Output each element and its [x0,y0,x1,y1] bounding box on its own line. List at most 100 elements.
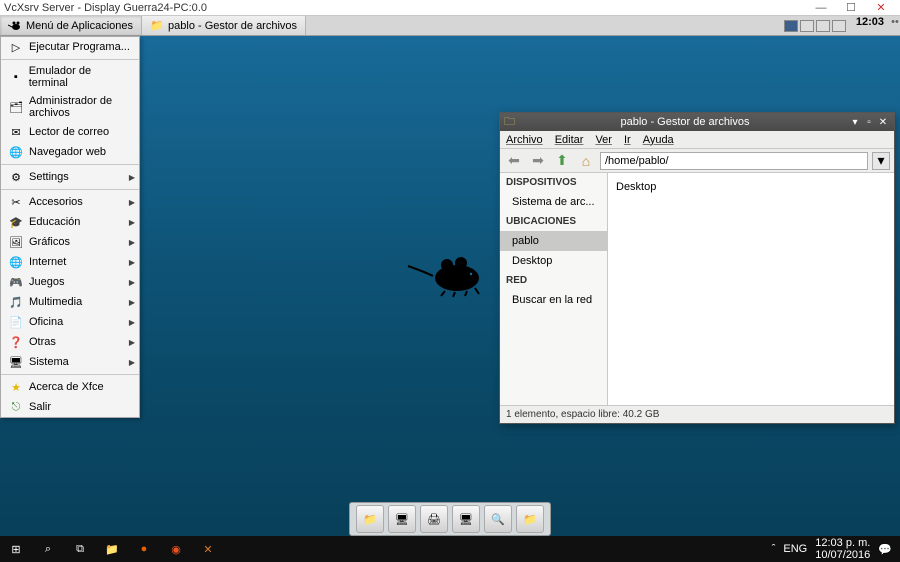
mail-icon: ✉ [9,125,23,139]
menu-about[interactable]: ★Acerca de Xfce [1,377,139,397]
taskbar-date: 10/07/2016 [815,549,870,561]
dock-print[interactable]: 🖨 [420,505,448,533]
workspace-2[interactable] [800,20,814,32]
location-bar[interactable]: /home/pablo/ [600,152,868,170]
menu-about-label: Acerca de Xfce [29,381,104,393]
menu-oficina[interactable]: 📄Oficina▶ [1,312,139,332]
sidebar-network-header: RED [500,271,607,290]
fm-menu-ir[interactable]: Ir [624,134,631,146]
menu-graficos-label: Gráficos [29,236,70,248]
menu-internet[interactable]: 🌐Internet▶ [1,252,139,272]
xfce-top-panel: Menú de Aplicaciones 📁 pablo - Gestor de… [0,16,900,36]
nav-up-button[interactable]: ⬆ [552,151,572,171]
menu-graficos[interactable]: 🖼Gráficos▶ [1,232,139,252]
web-icon: 🌐 [9,145,23,159]
file-item-desktop[interactable]: Desktop [616,181,656,193]
sidebar-device-filesystem[interactable]: Sistema de arc... [500,192,607,212]
menu-file-manager[interactable]: 🗂Administrador de archivos [1,92,139,122]
x-icon: ✕ [203,543,212,556]
fm-maximize-button[interactable]: ▫ [862,117,876,128]
host-close-button[interactable]: ✕ [866,1,896,14]
nav-forward-button[interactable]: ➡ [528,151,548,171]
workspace-4[interactable] [832,20,846,32]
fm-menu-ayuda[interactable]: Ayuda [643,134,674,146]
taskbar-clock[interactable]: 12:03 p. m. 10/07/2016 [815,537,870,561]
games-icon: 🎮 [9,275,23,289]
fm-menu-ver[interactable]: Ver [595,134,612,146]
sidebar-network-browse[interactable]: Buscar en la red [500,290,607,310]
dock-folder-2[interactable]: 📁 [516,505,544,533]
path-dropdown-button[interactable]: ▾ [872,152,890,170]
task-view-button[interactable]: ⧉ [64,536,96,562]
workspace-3[interactable] [816,20,830,32]
panel-spacer [306,16,780,35]
taskbar-ubuntu[interactable]: ◉ [160,536,192,562]
folder-icon: 📁 [523,513,537,526]
dock-monitor-2[interactable]: 🖥 [452,505,480,533]
panel-grip[interactable]: •• [890,16,900,35]
sidebar-places-header: UBICACIONES [500,212,607,231]
fm-file-pane[interactable]: Desktop [608,173,894,405]
tray-language[interactable]: ENG [783,543,807,555]
system-icon: 🖥 [9,355,23,369]
dock-folder[interactable]: 📁 [356,505,384,533]
menu-multimedia[interactable]: 🎵Multimedia▶ [1,292,139,312]
applications-menu-button[interactable]: Menú de Aplicaciones [0,16,142,35]
menu-educacion-label: Educación [29,216,80,228]
host-minimize-button[interactable]: — [806,2,836,14]
taskbar-search[interactable]: ⌕ [32,536,64,562]
menu-web[interactable]: 🌐Navegador web [1,142,139,162]
dock-search[interactable]: 🔍 [484,505,512,533]
menu-logout[interactable]: ⎋Salir [1,397,139,417]
graphics-icon: 🖼 [9,235,23,249]
menu-separator [1,189,139,190]
taskbar-time: 12:03 p. m. [815,537,870,549]
menu-run[interactable]: ▷Ejecutar Programa... [1,37,139,57]
menu-educacion[interactable]: 🎓Educación▶ [1,212,139,232]
taskbar-file-explorer[interactable]: 📁 [96,536,128,562]
fm-menu-archivo[interactable]: Archivo [506,134,543,146]
terminal-icon: ▪ [9,70,23,84]
taskbar-xlaunch[interactable]: ✕ [192,536,224,562]
fm-sidebar: DISPOSITIVOS Sistema de arc... UBICACION… [500,173,608,405]
chevron-right-icon: ▶ [129,338,135,347]
fm-body: DISPOSITIVOS Sistema de arc... UBICACION… [500,173,894,405]
file-manager-window: 🗀 pablo - Gestor de archivos ▾ ▫ ✕ Archi… [499,112,895,424]
logout-icon: ⎋ [9,400,23,414]
fm-minimize-button[interactable]: ▾ [848,117,862,128]
xfce-dock: 📁 🖥 🖨 🖥 🔍 📁 [349,502,551,536]
files-icon: 🗂 [9,100,23,114]
taskbar-window-label: pablo - Gestor de archivos [168,20,297,32]
menu-sistema-label: Sistema [29,356,69,368]
menu-sistema[interactable]: 🖥 Sistema ▶ [1,352,139,372]
menu-mail[interactable]: ✉Lector de correo [1,122,139,142]
workspace-switcher[interactable] [780,16,850,35]
nav-home-button[interactable]: ⌂ [576,151,596,171]
tray-overflow-button[interactable]: ˆ [772,543,776,555]
nav-back-button[interactable]: ⬅ [504,151,524,171]
notification-center-button[interactable]: 💬 [878,543,892,556]
host-window-title: VcXsrv Server - Display Guerra24-PC:0.0 [4,2,806,14]
fm-close-button[interactable]: ✕ [876,117,890,128]
fm-menu-editar[interactable]: Editar [555,134,584,146]
dock-monitor[interactable]: 🖥 [388,505,416,533]
menu-terminal[interactable]: ▪Emulador de terminal [1,62,139,92]
workspace-1[interactable] [784,20,798,32]
taskbar-firefox[interactable]: ● [128,536,160,562]
chevron-right-icon: ▶ [129,358,135,367]
menu-settings-label: Settings [29,171,69,183]
panel-clock[interactable]: 12:03 [850,16,890,35]
xfce-mouse-wallpaper-icon [405,248,495,298]
menu-juegos[interactable]: 🎮Juegos▶ [1,272,139,292]
host-maximize-button[interactable]: ☐ [836,1,866,14]
windows-taskbar: ⊞ ⌕ ⧉ 📁 ● ◉ ✕ ˆ ENG 12:03 p. m. 10/07/20… [0,536,900,562]
menu-juegos-label: Juegos [29,276,64,288]
fm-titlebar[interactable]: 🗀 pablo - Gestor de archivos ▾ ▫ ✕ [500,113,894,131]
menu-accesorios[interactable]: ✂Accesorios▶ [1,192,139,212]
start-button[interactable]: ⊞ [0,536,32,562]
sidebar-place-desktop[interactable]: Desktop [500,251,607,271]
sidebar-place-home[interactable]: pablo [500,231,607,251]
menu-otras[interactable]: ❓Otras▶ [1,332,139,352]
menu-settings[interactable]: ⚙Settings▶ [1,167,139,187]
taskbar-window-button[interactable]: 📁 pablo - Gestor de archivos [142,16,306,35]
